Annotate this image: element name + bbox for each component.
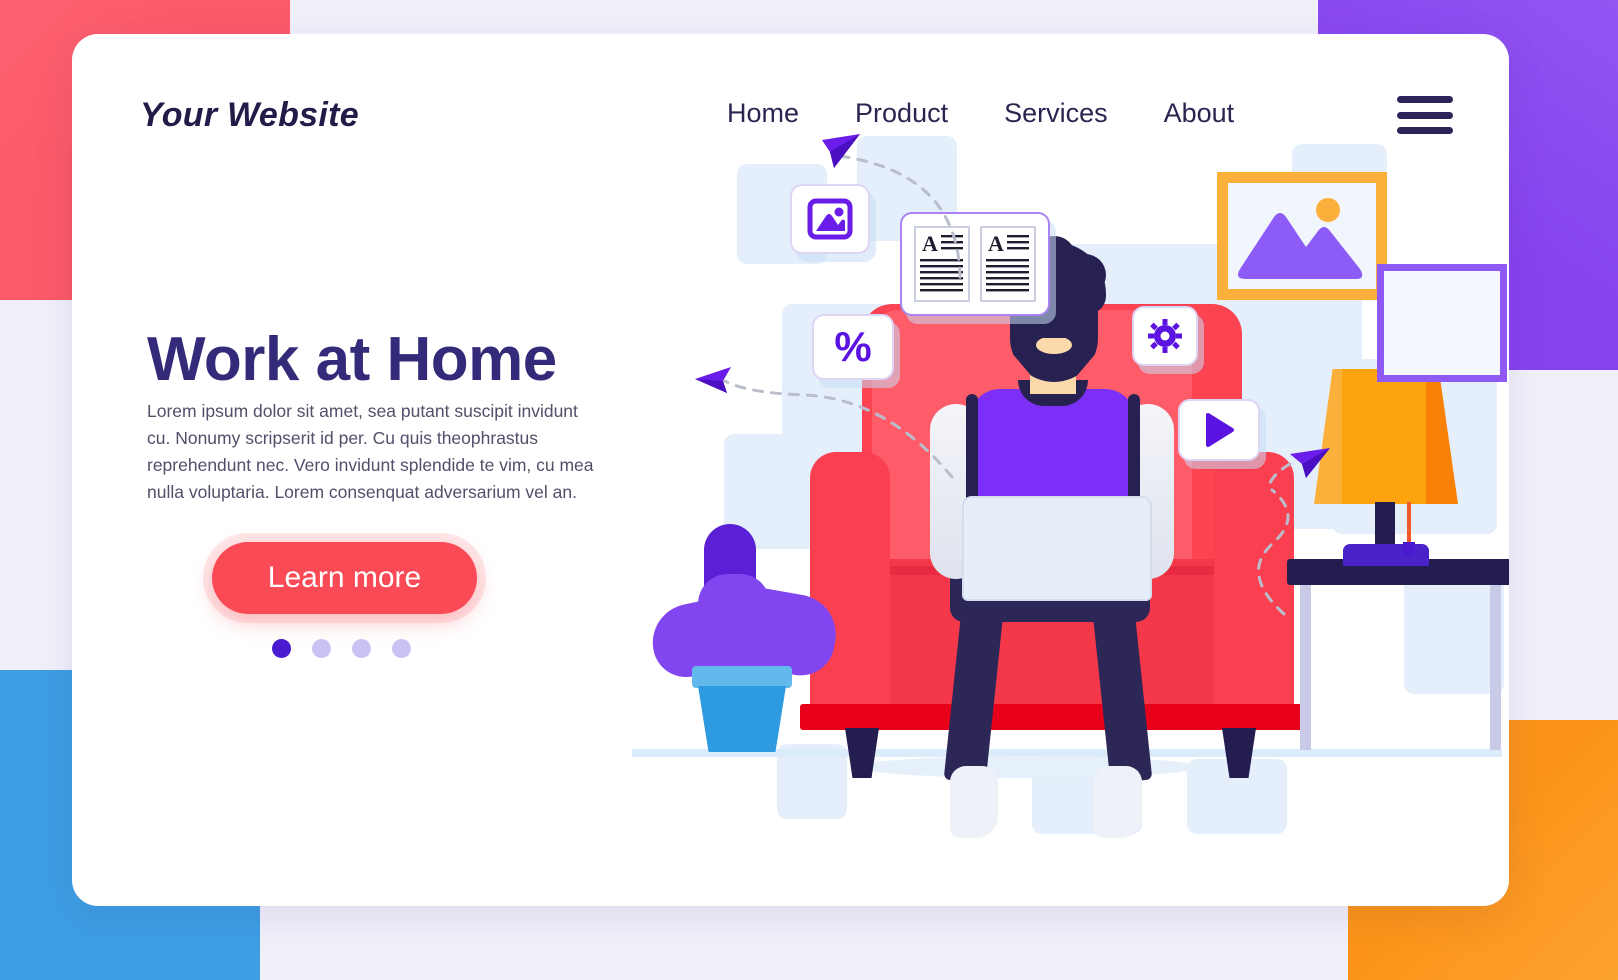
armchair-base-bar [800, 704, 1305, 730]
armchair-arm-left [810, 452, 890, 717]
svg-text:A: A [988, 231, 1004, 256]
carousel-dot-1[interactable] [272, 639, 291, 658]
document-pages-icon: A A [914, 226, 1036, 302]
lamp-base [1343, 544, 1429, 566]
carousel-dot-3[interactable] [352, 639, 371, 658]
side-table-leg-left [1300, 585, 1311, 750]
gear-icon [1148, 319, 1182, 353]
man-shoe-right [1094, 766, 1142, 838]
gear-icon-card[interactable] [1132, 306, 1198, 366]
carousel-dot-4[interactable] [392, 639, 411, 658]
carousel-dot-2[interactable] [312, 639, 331, 658]
side-table-leg-right [1490, 585, 1501, 750]
lamp-pull-cord [1407, 502, 1411, 544]
play-icon [1206, 413, 1234, 447]
plant-pot [698, 686, 786, 752]
man-mouth-area [1036, 336, 1072, 354]
man-moustache [1033, 323, 1075, 338]
document-icon-card[interactable]: A A [900, 212, 1050, 316]
laptop[interactable] [962, 496, 1152, 601]
page-title: Work at Home [147, 325, 557, 394]
man-shoe-left [950, 766, 998, 838]
plant-leaf-center [698, 574, 770, 676]
hero-description: Lorem ipsum dolor sit amet, sea putant s… [147, 401, 594, 503]
lamp-pull-knob [1403, 542, 1415, 556]
image-icon [807, 198, 853, 240]
decor-square [1404, 574, 1504, 694]
play-icon-card[interactable] [1178, 399, 1260, 461]
svg-text:A: A [922, 231, 938, 256]
empty-purple-frame [1377, 264, 1507, 382]
site-logo[interactable]: Your Website [140, 96, 359, 135]
lamp-shade-middle [1342, 369, 1428, 504]
armchair-arm-right [1214, 452, 1294, 717]
image-icon-card[interactable] [790, 184, 870, 254]
framed-mountain-picture[interactable] [1217, 172, 1387, 300]
landing-page-card: Your Website Home Product Services About… [72, 34, 1509, 906]
hamburger-bar-1 [1397, 96, 1453, 103]
plant-pot-rim [692, 666, 792, 688]
carousel-dots [272, 639, 411, 658]
percent-icon-card[interactable]: % [812, 314, 894, 380]
hero-illustration: A A % [632, 104, 1509, 904]
man-hair-curl-3 [1064, 254, 1106, 296]
percent-icon: % [834, 323, 872, 370]
mountain-picture-icon [1238, 198, 1363, 279]
learn-more-button[interactable]: Learn more [212, 542, 477, 614]
